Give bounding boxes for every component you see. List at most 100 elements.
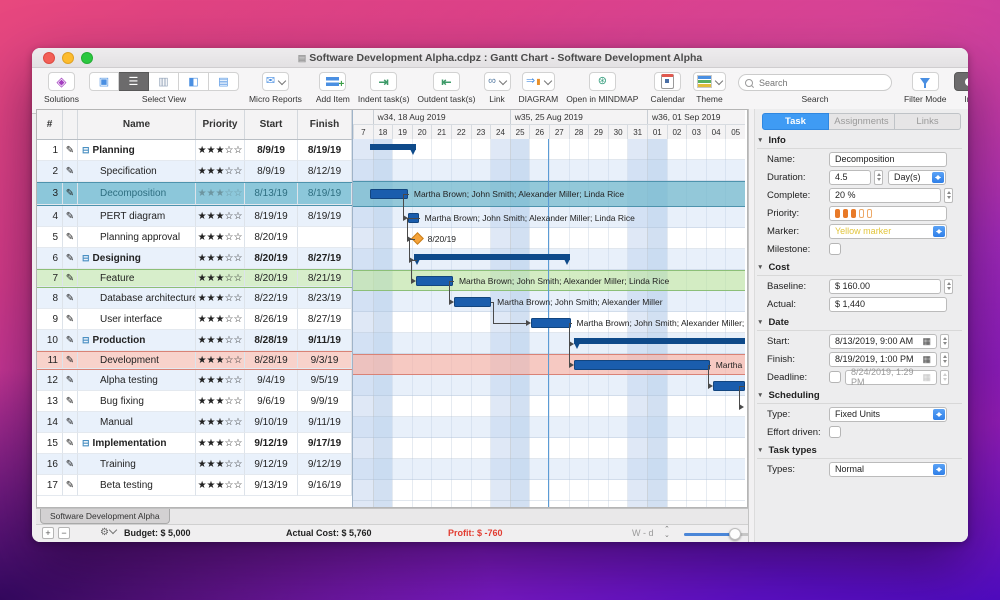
section-header[interactable]: ▼Task types (757, 445, 962, 459)
date-field[interactable]: 8/24/2019, 1:29 PM▦ (845, 370, 937, 385)
stepper[interactable] (940, 334, 949, 349)
disclosure-triangle-icon[interactable]: ▼ (757, 392, 763, 399)
gear-icon[interactable]: ⚙ (100, 527, 116, 538)
pencil-icon[interactable]: ✎ (63, 161, 78, 182)
table-row[interactable]: 15✎⊟Implementation★★★☆☆9/12/199/17/19 (37, 433, 352, 454)
finish-date[interactable]: 9/12/19 (298, 454, 352, 475)
vertical-scrollbar[interactable] (749, 109, 755, 542)
table-row[interactable]: 16✎Training★★★☆☆9/12/199/12/19 (37, 454, 352, 475)
table-row[interactable]: 17✎Beta testing★★★☆☆9/13/199/16/19 (37, 475, 352, 496)
pencil-icon[interactable]: ✎ (63, 391, 78, 412)
table-row[interactable]: 13✎Bug fixing★★★☆☆9/6/199/9/19 (37, 391, 352, 412)
finish-date[interactable]: 8/27/19 (298, 248, 352, 269)
calendar-button[interactable]: Calendar (650, 72, 685, 104)
col-header-name[interactable]: Name (78, 110, 196, 139)
remove-row-button[interactable]: − (58, 527, 70, 539)
pencil-icon[interactable]: ✎ (63, 352, 78, 369)
solutions-button[interactable]: ◈ Solutions (44, 72, 79, 104)
priority-stars[interactable]: ★★★☆☆ (196, 227, 245, 248)
start-date[interactable]: 9/4/19 (245, 370, 298, 391)
zoom-slider-thumb[interactable] (729, 528, 741, 540)
pencil-icon[interactable]: ✎ (63, 370, 78, 391)
priority-stars[interactable]: ★★★☆☆ (196, 248, 245, 269)
date-field[interactable]: 8/13/2019, 9:00 AM▦ (829, 334, 937, 349)
start-date[interactable]: 9/13/19 (245, 475, 298, 496)
minimize-window-button[interactable] (62, 52, 74, 64)
zoom-window-button[interactable] (81, 52, 93, 64)
start-date[interactable]: 8/28/19 (245, 330, 298, 351)
task-bar[interactable] (531, 318, 570, 328)
priority-stars[interactable]: ★★★☆☆ (196, 206, 245, 227)
priority-stars[interactable]: ★★★☆☆ (196, 140, 245, 161)
stepper[interactable] (940, 352, 949, 367)
pencil-icon[interactable]: ✎ (63, 309, 78, 330)
dropdown-select[interactable]: Normal (829, 462, 947, 477)
finish-date[interactable]: 8/21/19 (298, 270, 352, 287)
table-row[interactable]: 4✎PERT diagram★★★☆☆8/19/198/19/19 (37, 206, 352, 227)
checkbox[interactable] (829, 371, 841, 383)
micro-reports-button[interactable]: ✉ Micro Reports (249, 72, 302, 104)
pencil-icon[interactable]: ✎ (63, 412, 78, 433)
disclosure-triangle-icon[interactable]: ▼ (757, 137, 763, 144)
search-field[interactable] (738, 74, 892, 91)
start-date[interactable]: 8/13/19 (245, 183, 298, 205)
table-row[interactable]: 12✎Alpha testing★★★☆☆9/4/199/5/19 (37, 370, 352, 391)
summary-bar[interactable] (414, 254, 570, 260)
section-header[interactable]: ▼Cost (757, 262, 962, 276)
section-header[interactable]: ▼Date (757, 317, 962, 331)
task-bar[interactable] (416, 276, 453, 286)
priority-stars[interactable]: ★★★☆☆ (196, 370, 245, 391)
priority-stars[interactable]: ★★★☆☆ (196, 309, 245, 330)
view-document-button[interactable]: ▤ (209, 72, 239, 91)
pencil-icon[interactable]: ✎ (63, 140, 78, 161)
pencil-icon[interactable]: ✎ (63, 248, 78, 269)
pencil-icon[interactable]: ✎ (63, 206, 78, 227)
add-row-button[interactable]: + (42, 527, 54, 539)
table-row[interactable]: 10✎⊟Production★★★☆☆8/28/199/11/19 (37, 330, 352, 351)
summary-bar[interactable] (574, 338, 745, 344)
dropdown-select[interactable]: Yellow marker (829, 224, 947, 239)
pencil-icon[interactable]: ✎ (63, 433, 78, 454)
collapse-icon[interactable]: ⊟ (82, 438, 90, 449)
priority-stars[interactable]: ★★★☆☆ (196, 433, 245, 454)
finish-date[interactable]: 9/9/19 (298, 391, 352, 412)
table-row[interactable]: 9✎User interface★★★☆☆8/26/198/27/19 (37, 309, 352, 330)
start-date[interactable]: 8/22/19 (245, 288, 298, 309)
table-row[interactable]: 14✎Manual★★★☆☆9/10/199/11/19 (37, 412, 352, 433)
section-header[interactable]: ▼Scheduling (757, 390, 962, 404)
priority-stars[interactable]: ★★★☆☆ (196, 288, 245, 309)
pencil-icon[interactable]: ✎ (63, 183, 78, 205)
start-date[interactable]: 8/19/19 (245, 206, 298, 227)
priority-field[interactable] (829, 206, 947, 221)
start-date[interactable]: 8/20/19 (245, 270, 298, 287)
pencil-icon[interactable]: ✎ (63, 227, 78, 248)
finish-date[interactable]: 8/19/19 (298, 206, 352, 227)
view-pages-button[interactable]: ▣ (89, 72, 119, 91)
col-header-start[interactable]: Start (245, 110, 298, 139)
finish-date[interactable]: 9/11/19 (298, 412, 352, 433)
zoom-stepper[interactable]: ⌃⌄ (664, 527, 670, 539)
finish-date[interactable]: 8/12/19 (298, 161, 352, 182)
pencil-icon[interactable]: ✎ (63, 288, 78, 309)
indent-tasks-button[interactable]: ⇥ Indent task(s) (358, 72, 410, 104)
priority-pip[interactable] (859, 209, 864, 218)
priority-stars[interactable]: ★★★☆☆ (196, 391, 245, 412)
table-row[interactable]: 3✎Decomposition★★★☆☆8/13/198/19/19 (37, 182, 352, 206)
table-row[interactable]: 6✎⊟Designing★★★☆☆8/20/198/27/19 (37, 248, 352, 269)
view-assignment-button[interactable]: ◧ (179, 72, 209, 91)
finish-date[interactable]: 8/19/19 (298, 140, 352, 161)
dropdown-select[interactable]: Fixed Units (829, 407, 947, 422)
inspector-tab-links[interactable]: Links (895, 113, 961, 130)
calendar-grid-icon[interactable]: ▦ (922, 355, 931, 364)
priority-stars[interactable]: ★★★☆☆ (196, 454, 245, 475)
priority-pip[interactable] (867, 209, 872, 218)
table-row[interactable]: 2✎Specification★★★☆☆8/9/198/12/19 (37, 161, 352, 182)
finish-date[interactable]: 9/17/19 (298, 433, 352, 454)
open-in-mindmap-button[interactable]: ⊛ Open in MINDMAP (566, 72, 638, 104)
stepper[interactable] (874, 170, 883, 185)
disclosure-triangle-icon[interactable]: ▼ (757, 319, 763, 326)
start-date[interactable]: 9/12/19 (245, 433, 298, 454)
start-date[interactable]: 9/12/19 (245, 454, 298, 475)
text-field[interactable]: $ 1,440 (829, 297, 947, 312)
theme-button[interactable]: Theme (693, 72, 726, 104)
